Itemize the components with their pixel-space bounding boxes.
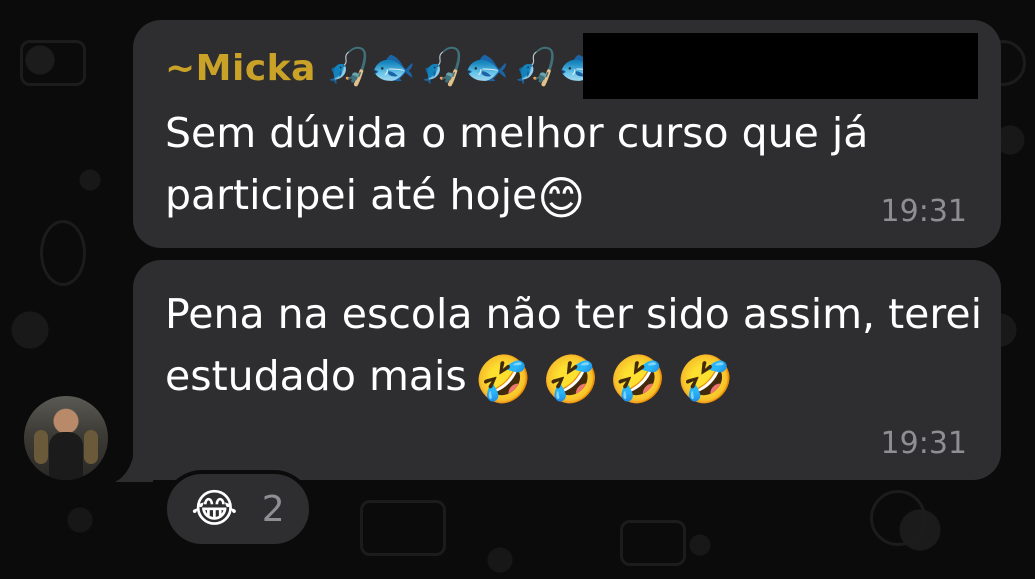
rolling-laughing-emoji: 🤣: [676, 352, 734, 406]
message-bubble[interactable]: ~Micka 🎣🐟 🎣🐟 🎣🐟 Sem dúvida o melhor curs…: [133, 20, 1001, 248]
avatar-fish-left: [34, 430, 48, 464]
message-timestamp: 19:31: [880, 194, 967, 229]
rolling-laughing-emoji: 🤣: [474, 352, 533, 406]
wallpaper-doodle: [20, 40, 86, 86]
rolling-laughing-emoji: 🤣: [609, 352, 667, 406]
tears-of-joy-emoji: 😂: [191, 486, 238, 532]
wallpaper-doodle: [620, 520, 686, 566]
sender-emoji-group: 🎣🐟 🎣🐟 🎣🐟: [326, 46, 603, 90]
message-text: Sem dúvida o melhor curso que já partici…: [165, 102, 985, 229]
wallpaper-doodle: [360, 500, 446, 556]
message-timestamp: 19:31: [880, 426, 967, 461]
avatar-fish-right: [84, 430, 98, 464]
wallpaper-doodle: [40, 220, 86, 286]
message-text-content: Sem dúvida o melhor curso que já partici…: [165, 109, 869, 219]
laughing-emoji-row: 🤣 🤣 🤣 🤣: [475, 348, 734, 410]
fishing-emoji: 🎣🐟: [419, 47, 510, 88]
smiling-face-emoji: 😊: [537, 171, 586, 225]
reaction-pill[interactable]: 😂 2: [163, 470, 313, 548]
rolling-laughing-emoji: 🤣: [542, 352, 600, 406]
message-text: Pena na escola não ter sido assim, terei…: [165, 283, 985, 410]
wallpaper-doodle: [870, 490, 926, 546]
redacted-phone-number: [583, 33, 978, 99]
reaction-count: 2: [261, 488, 285, 530]
avatar-person: [49, 432, 83, 480]
sender-avatar[interactable]: [24, 396, 108, 480]
sender-row: ~Micka 🎣🐟 🎣🐟 🎣🐟: [165, 46, 603, 90]
fishing-emoji: 🎣🐟: [325, 47, 416, 88]
sender-name[interactable]: ~Micka: [165, 48, 316, 89]
message-bubble[interactable]: Pena na escola não ter sido assim, terei…: [133, 260, 1001, 480]
